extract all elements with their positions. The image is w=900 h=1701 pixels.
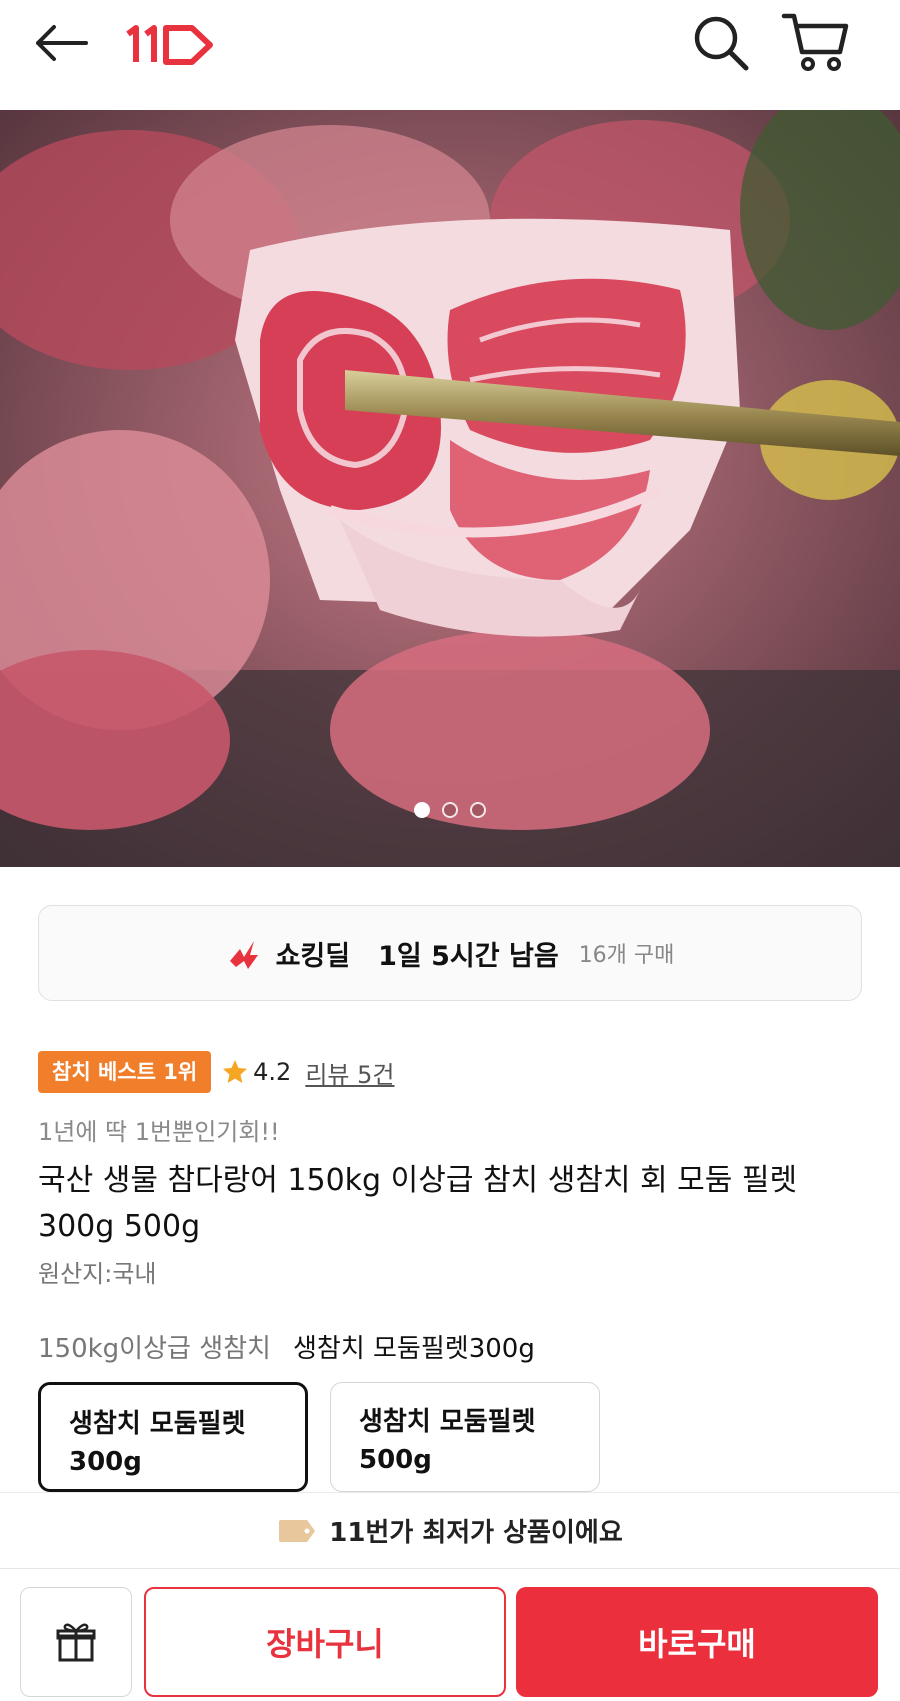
option-card-300g[interactable]: 생참치 모둠필렛 300g	[38, 1382, 308, 1492]
best-badge[interactable]: 참치 베스트 1위	[38, 1051, 212, 1093]
product-image-carousel[interactable]	[0, 110, 900, 867]
promo-text: 1년에 딱 1번뿐인기회!!	[38, 1118, 280, 1146]
add-to-cart-button[interactable]: 장바구니	[144, 1587, 506, 1697]
carousel-dot[interactable]	[414, 802, 430, 818]
deal-label: 쇼킹딜	[275, 940, 351, 972]
gift-icon	[56, 1623, 96, 1662]
rating-value: 4.2	[253, 1058, 292, 1086]
deal-purchase-count: 16개 구매	[578, 943, 675, 968]
shocking-deal-banner[interactable]: 쇼킹딜 1일 5시간 남음 16개 구매	[38, 905, 862, 1001]
search-icon	[694, 16, 749, 71]
product-title: 국산 생물 참다랑어 150kg 이상급 참치 생참치 회 모둠 필렛 300g…	[38, 1163, 798, 1244]
carousel-dot[interactable]	[442, 802, 458, 818]
search-button[interactable]	[690, 10, 754, 74]
top-header	[0, 0, 900, 110]
cart-icon	[781, 13, 849, 71]
buy-now-button[interactable]: 바로구매	[516, 1587, 878, 1697]
option-selected-value: 생참치 모둠필렛300g	[292, 1334, 535, 1364]
review-link[interactable]: 리뷰 5건	[305, 1055, 394, 1090]
carousel-dot[interactable]	[470, 802, 486, 818]
lowest-price-banner: 11번가 최저가 상품이에요	[0, 1492, 900, 1568]
deal-time-left: 1일 5시간 남음	[378, 940, 559, 972]
11st-logo[interactable]	[122, 18, 218, 68]
tuna-product-photo	[0, 110, 900, 867]
back-arrow-icon	[36, 25, 88, 61]
option-card-500g[interactable]: 생참치 모둠필렛 500g	[330, 1382, 600, 1492]
carousel-indicator	[0, 798, 900, 822]
back-button[interactable]	[30, 18, 92, 68]
origin-text: 원산지:국내	[38, 1260, 157, 1288]
lowest-price-text: 11번가 최저가 상품이에요	[329, 1518, 623, 1548]
gift-button[interactable]	[20, 1587, 132, 1697]
price-tag-icon	[279, 1519, 316, 1542]
cart-button[interactable]	[780, 8, 852, 74]
deal-flash-icon	[229, 941, 258, 969]
bottom-action-bar: 장바구니 바로구매	[0, 1568, 900, 1701]
option-summary: 150kg이상급 생참치 생참치 모둠필렛300g	[38, 1328, 535, 1365]
option-group-name: 150kg이상급 생참치	[38, 1334, 271, 1364]
star-icon	[223, 1060, 248, 1083]
rating-row: 참치 베스트 1위 4.2 리뷰 5건	[38, 1050, 394, 1094]
